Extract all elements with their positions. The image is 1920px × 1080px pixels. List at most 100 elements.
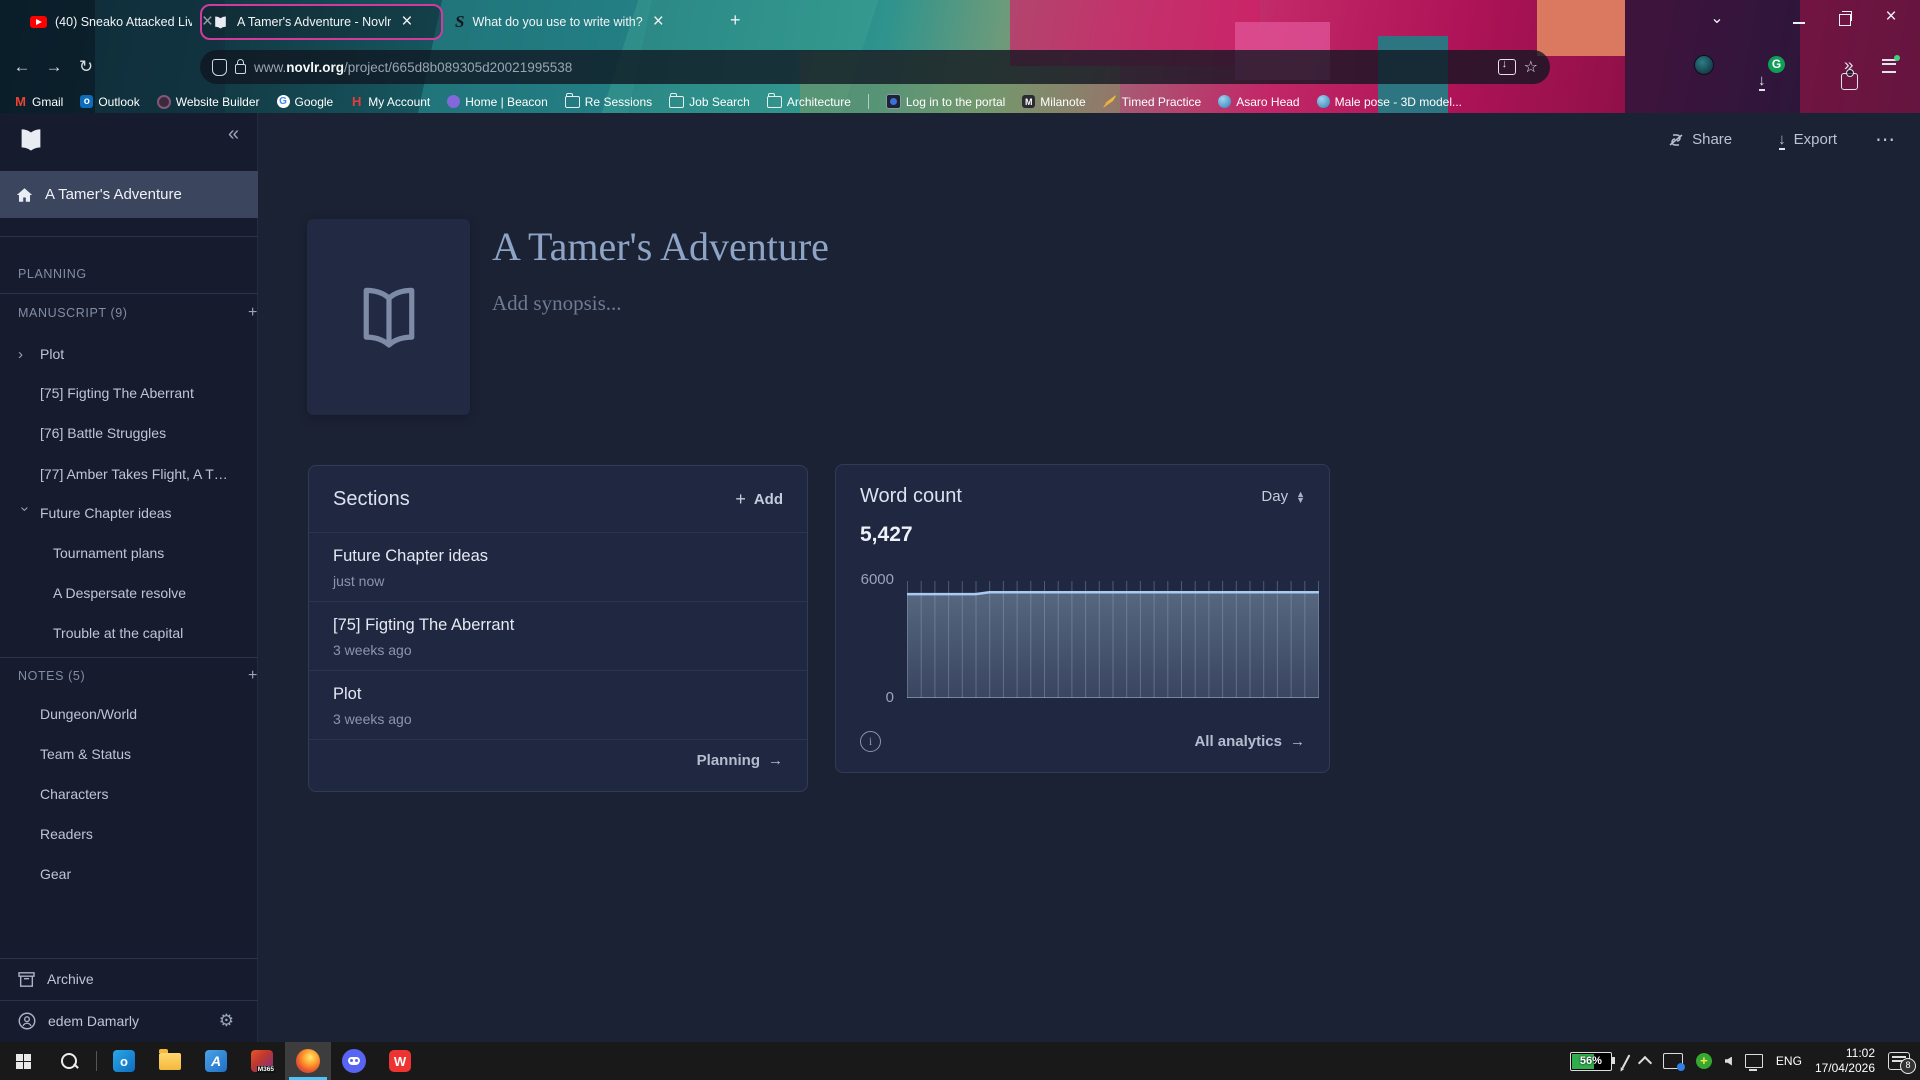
reload-icon[interactable] [70, 57, 102, 77]
chevron-right-icon[interactable] [18, 346, 32, 363]
minimize-button[interactable] [1786, 14, 1812, 31]
synopsis-placeholder[interactable]: Add synopsis... [492, 291, 622, 316]
pen-icon[interactable] [1622, 1054, 1631, 1068]
add-section-button[interactable]: Add [735, 489, 783, 510]
bookmark-timed-practice[interactable]: Timed Practice [1103, 95, 1202, 109]
bookmark-google[interactable]: GGoogle [277, 95, 334, 109]
downloads-icon[interactable] [1758, 72, 1766, 89]
sidebar-item-team-status[interactable]: Team & Status [0, 734, 298, 774]
folder-icon [767, 96, 782, 108]
notifications-icon[interactable]: 8 [1888, 1052, 1910, 1070]
period-select[interactable]: Day ▲▼ [1261, 488, 1305, 505]
sidebar-item-plot[interactable]: Plot [0, 334, 276, 374]
sidebar-section-manuscript[interactable]: MANUSCRIPT (9) [0, 293, 276, 333]
export-button[interactable]: Export [1778, 131, 1837, 148]
bookmark-outlook[interactable]: oOutlook [80, 95, 139, 109]
divider [0, 236, 258, 237]
browser-tab-writing-question[interactable]: S What do you use to write with? [455, 4, 720, 40]
taskbar-microsoft365[interactable]: M365 [239, 1042, 285, 1080]
taskbar-paint3d[interactable]: A [193, 1042, 239, 1080]
bookmark-architecture[interactable]: Architecture [767, 95, 851, 109]
add-note-icon[interactable] [248, 667, 258, 685]
tray-expand-chevron-icon[interactable] [1638, 1056, 1652, 1070]
maximize-button[interactable] [1832, 13, 1858, 30]
battery-indicator[interactable]: 56% [1570, 1052, 1612, 1071]
taskbar-outlook[interactable]: o [101, 1042, 147, 1080]
section-row-future-chapter-ideas[interactable]: Future Chapter ideas just now [309, 533, 807, 602]
new-tab-button[interactable]: + [730, 10, 741, 31]
clock[interactable]: 11:0217/04/2026 [1815, 1046, 1875, 1076]
bookmark-website-builder[interactable]: Website Builder [157, 95, 260, 109]
back-icon[interactable] [6, 57, 38, 77]
forward-icon[interactable] [38, 57, 70, 77]
sidebar-item-despersate-resolve[interactable]: A Despersate resolve [0, 573, 311, 613]
section-row-chapter-75[interactable]: [75] Figting The Aberrant 3 weeks ago [309, 602, 807, 671]
chevron-down-icon[interactable] [17, 506, 34, 520]
extensions-puzzle-icon[interactable] [1841, 73, 1858, 90]
sidebar-item-trouble-capital[interactable]: Trouble at the capital [0, 613, 311, 653]
bookmark-job-search[interactable]: Job Search [669, 95, 750, 109]
network-icon[interactable] [1745, 1054, 1763, 1068]
sidebar-item-chapter-75[interactable]: [75] Figting The Aberrant [0, 373, 298, 413]
book-cover[interactable] [307, 219, 470, 415]
add-manuscript-icon[interactable] [248, 304, 258, 322]
language-indicator[interactable]: ENG [1776, 1054, 1802, 1068]
sidebar-item-archive[interactable]: Archive [0, 959, 258, 999]
settings-gear-icon[interactable] [219, 1011, 234, 1031]
sidebar-item-chapter-76[interactable]: [76] Battle Struggles [0, 413, 298, 453]
grammarly-icon[interactable] [1768, 56, 1785, 73]
bookmark-male-pose[interactable]: Male pose - 3D model... [1317, 95, 1462, 109]
speaker-icon[interactable] [1725, 1057, 1732, 1066]
sidebar: A Tamer's Adventure PLANNING MANUSCRIPT … [0, 113, 258, 1042]
taskbar-search-button[interactable] [46, 1042, 92, 1080]
url-text[interactable]: www.novlr.org/project/665d8b089305d20021… [254, 60, 1490, 75]
all-analytics-link[interactable]: All analytics [1194, 733, 1305, 750]
tab-close-icon[interactable] [651, 11, 666, 33]
save-to-pocket-icon[interactable] [1498, 59, 1516, 75]
sidebar-item-characters[interactable]: Characters [0, 774, 298, 814]
start-button[interactable] [0, 1042, 46, 1080]
info-icon[interactable] [860, 731, 881, 752]
bookmark-star-icon[interactable] [1524, 57, 1538, 77]
share-button[interactable]: Share [1668, 131, 1732, 148]
bookmark-milanote[interactable]: MMilanote [1022, 95, 1085, 109]
taskbar-file-explorer[interactable] [147, 1042, 193, 1080]
tab-close-icon[interactable] [399, 11, 414, 33]
tracking-shield-icon[interactable] [212, 59, 227, 76]
novlr-logo-icon[interactable] [16, 127, 46, 153]
bookmark-home-beacon[interactable]: Home | Beacon [447, 95, 548, 109]
sidebar-item-account[interactable]: edem Damarly [0, 1001, 258, 1041]
sidebar-item-dungeon-world[interactable]: Dungeon/World [0, 694, 298, 734]
antivirus-icon[interactable] [1696, 1053, 1712, 1069]
taskbar-wps[interactable]: W [377, 1042, 423, 1080]
sidebar-item-chapter-77[interactable]: [77] Amber Takes Flight, A T… [0, 454, 298, 494]
bookmark-portal[interactable]: Log in to the portal [886, 94, 1005, 109]
browser-tab-novlr-active[interactable]: A Tamer's Adventure - Novlr [200, 4, 443, 40]
sidebar-item-project-home[interactable]: A Tamer's Adventure [0, 171, 258, 218]
browser-tab-youtube[interactable]: (40) Sneako Attacked Live - You [30, 4, 215, 40]
bookmark-re-sessions[interactable]: Re Sessions [565, 95, 652, 109]
overflow-chevrons-icon[interactable] [1844, 55, 1853, 75]
sidebar-section-notes[interactable]: NOTES (5) [0, 656, 276, 696]
sidebar-collapse-icon[interactable] [228, 123, 239, 146]
bookmark-asaro-head[interactable]: Asaro Head [1218, 95, 1299, 109]
close-button[interactable] [1878, 6, 1904, 28]
sidebar-item-readers[interactable]: Readers [0, 814, 298, 854]
planning-link[interactable]: Planning [697, 752, 783, 769]
sidebar-item-gear[interactable]: Gear [0, 854, 298, 894]
sidebar-item-planning[interactable]: PLANNING [0, 254, 276, 294]
sidebar-item-tournament-plans[interactable]: Tournament plans [0, 533, 311, 573]
novlr-favicon-icon [212, 15, 229, 30]
bookmark-my-account[interactable]: HMy Account [350, 95, 430, 109]
url-bar[interactable]: www.novlr.org/project/665d8b089305d20021… [200, 50, 1550, 84]
bookmark-gmail[interactable]: MGmail [14, 95, 63, 109]
taskbar-firefox-active[interactable] [285, 1042, 331, 1080]
more-options-icon[interactable] [1875, 127, 1896, 152]
menu-hamburger-icon[interactable] [1882, 59, 1896, 78]
taskbar-discord[interactable] [331, 1042, 377, 1080]
screen-cast-icon[interactable] [1663, 1053, 1683, 1069]
sidebar-item-future-chapter-ideas[interactable]: Future Chapter ideas [0, 493, 276, 533]
tab-list-dropdown-icon[interactable] [1704, 8, 1730, 28]
lock-icon[interactable] [235, 64, 246, 74]
extension-avatar-icon[interactable] [1694, 55, 1714, 75]
